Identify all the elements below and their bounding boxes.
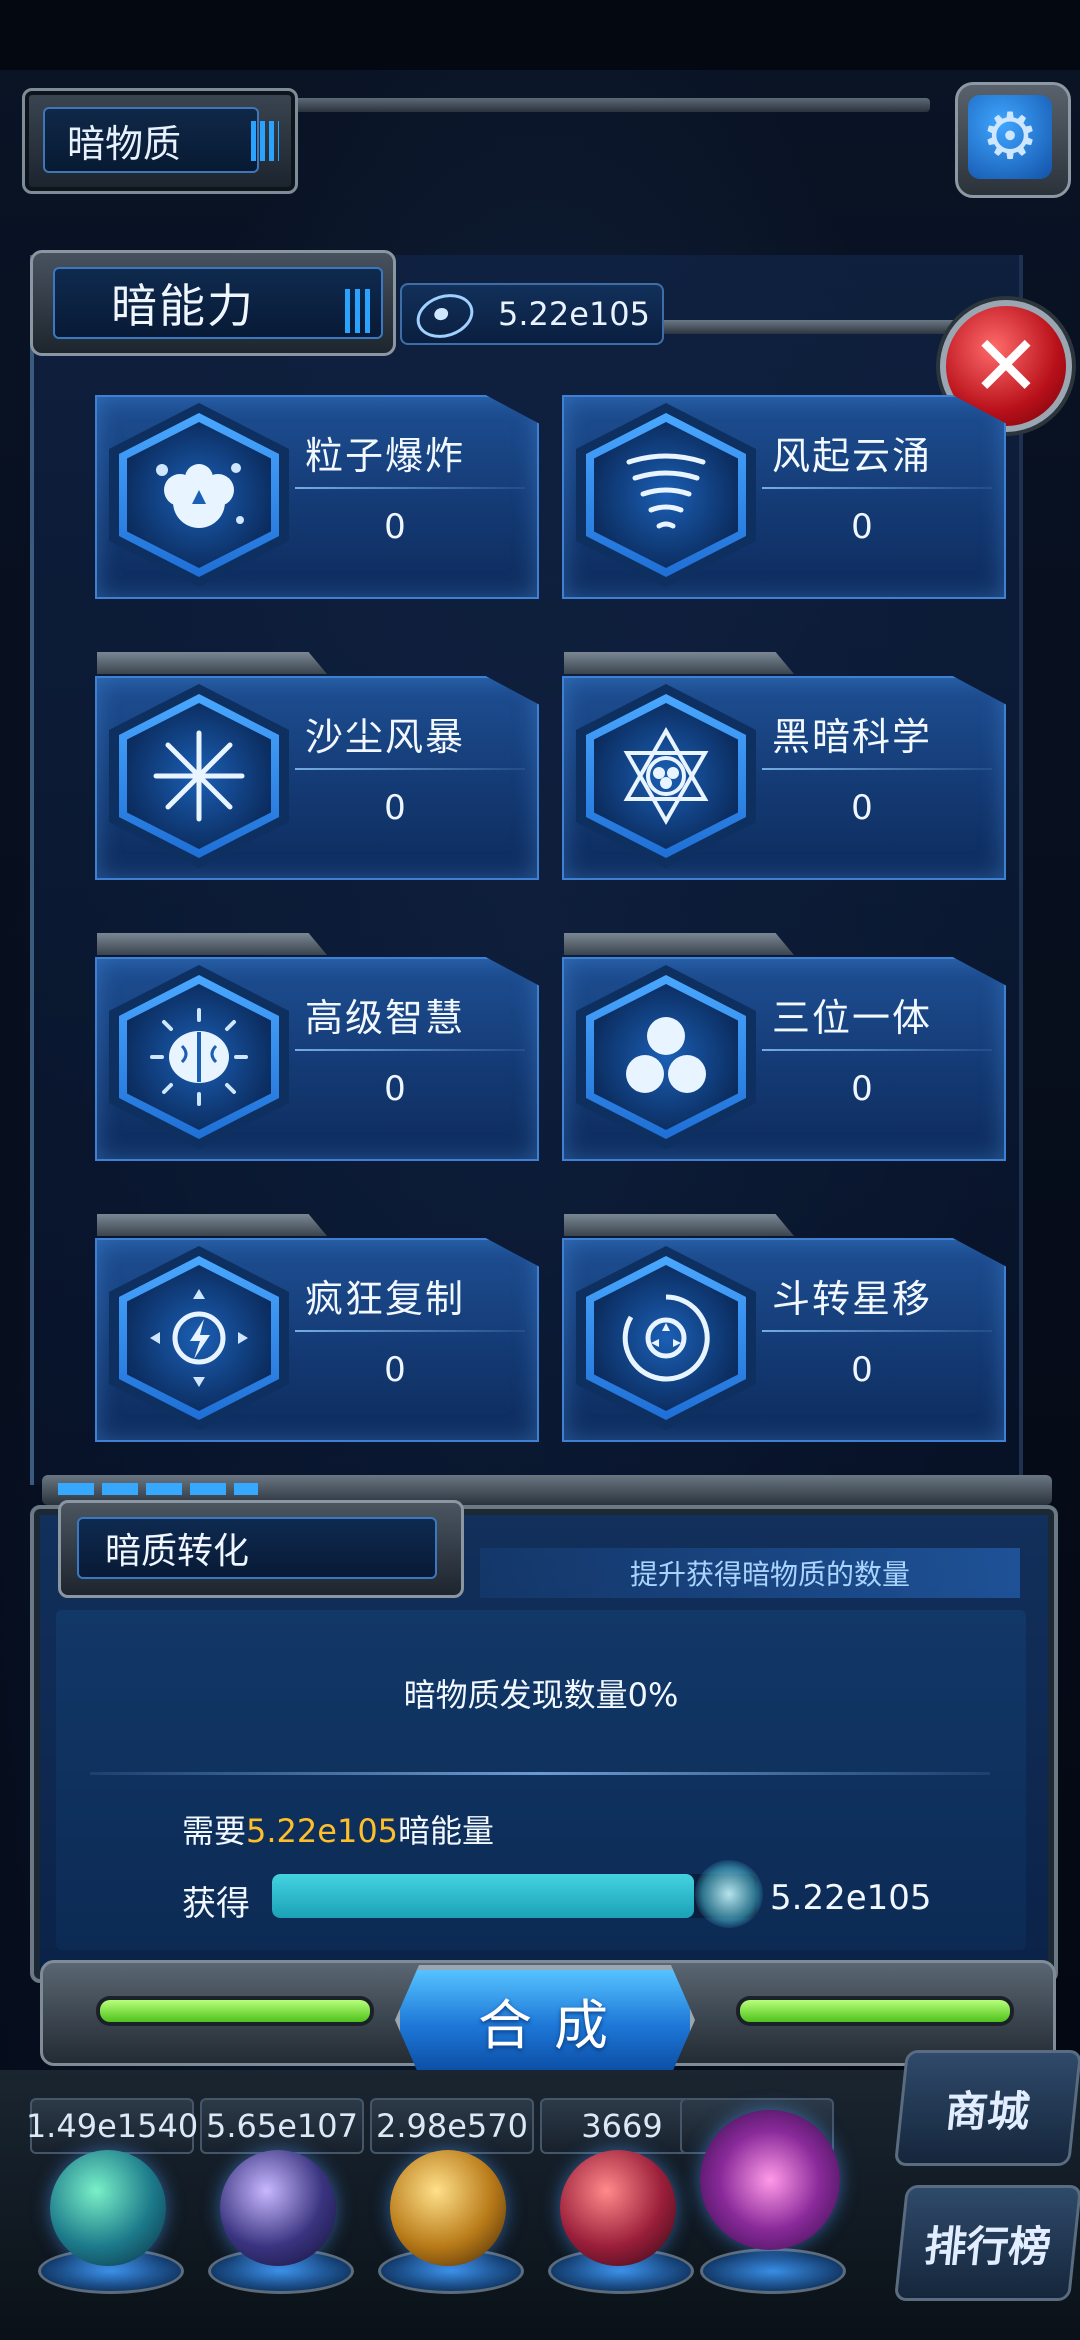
ranking-button[interactable]: 排行榜	[893, 2185, 1080, 2301]
gain-slider-fill	[272, 1874, 694, 1918]
skill-divider	[762, 487, 992, 489]
skill-card[interactable]: 三位一体 0	[562, 933, 1006, 1161]
lightning-orb[interactable]	[220, 2150, 336, 2266]
skill-divider	[762, 768, 992, 770]
synthesize-button[interactable]: 合成	[395, 1965, 695, 2075]
skill-divider	[295, 768, 525, 770]
page-title: 暗物质	[43, 107, 259, 173]
skill-level: 0	[851, 507, 873, 547]
fire-orb[interactable]	[390, 2150, 506, 2266]
top-rail	[290, 98, 930, 112]
resource-value: 2.98e570	[370, 2098, 534, 2154]
skill-level: 0	[384, 788, 406, 828]
conversion-description: 暗物质发现数量0%	[403, 1676, 679, 1714]
dark-energy-counter: 5.22e105	[400, 283, 664, 345]
skill-level: 0	[384, 1350, 406, 1390]
gain-slider-handle[interactable]	[695, 1860, 763, 1928]
skill-level: 0	[851, 1069, 873, 1109]
conversion-title: 暗质转化	[77, 1517, 437, 1579]
conversion-subtitle: 提升获得暗物质的数量	[480, 1548, 1020, 1598]
title-bars-decoration	[251, 121, 279, 161]
conversion-divider	[90, 1772, 990, 1775]
skill-name: 高级智慧	[305, 996, 466, 1040]
card-tab-decoration	[97, 933, 327, 955]
atom-orb[interactable]	[50, 2150, 166, 2266]
shop-button[interactable]: 商城	[893, 2050, 1080, 2166]
resource-value: 5.65e107	[200, 2098, 364, 2154]
skill-card[interactable]: 疯狂复制 0	[95, 1214, 539, 1442]
network-orb[interactable]	[560, 2150, 676, 2266]
skill-card[interactable]: 粒子爆炸 0	[95, 395, 539, 599]
status-bar-area	[0, 0, 1080, 70]
requirement-text: 需要5.22e105暗能量	[182, 1806, 494, 1852]
skill-card[interactable]: 沙尘风暴 0	[95, 652, 539, 880]
skill-card[interactable]: 风起云涌 0	[562, 395, 1006, 599]
panel-title-bars-decoration	[345, 289, 375, 333]
requirement-suffix: 暗能量	[398, 1812, 495, 1850]
skill-divider	[762, 1049, 992, 1051]
skill-level: 0	[851, 788, 873, 828]
skill-level: 0	[384, 507, 406, 547]
orb-pedestal	[700, 2248, 846, 2294]
skill-name: 三位一体	[772, 996, 933, 1040]
card-tab-decoration	[564, 1214, 794, 1236]
skill-card[interactable]: 高级智慧 0	[95, 933, 539, 1161]
skill-divider	[295, 487, 525, 489]
card-tab-decoration	[97, 652, 327, 674]
skill-name: 黑暗科学	[772, 715, 933, 759]
right-energy-bar	[740, 2000, 1010, 2022]
gain-label: 获得	[182, 1884, 250, 1924]
skill-divider	[762, 1330, 992, 1332]
skill-card[interactable]: 黑暗科学 0	[562, 652, 1006, 880]
panel-header-rail	[660, 320, 990, 334]
requirement-prefix: 需要	[182, 1812, 247, 1850]
galaxy-icon	[410, 287, 480, 345]
left-energy-bar	[100, 2000, 370, 2022]
panel-title-plate: 暗能力	[30, 250, 396, 356]
gain-value: 5.22e105	[770, 1878, 932, 1918]
resource-value: 1.49e1540	[26, 2098, 198, 2154]
skill-card[interactable]: 斗转星移 0	[562, 1214, 1006, 1442]
skill-name: 斗转星移	[772, 1277, 933, 1321]
gear-icon: ⚙	[968, 95, 1052, 179]
skill-name: 沙尘风暴	[305, 715, 466, 759]
card-tab-decoration	[97, 1214, 327, 1236]
skill-level: 0	[851, 1350, 873, 1390]
skill-name: 粒子爆炸	[305, 434, 466, 478]
card-tab-decoration	[564, 933, 794, 955]
conversion-title-plate: 暗质转化	[58, 1500, 464, 1598]
dark-energy-value: 5.22e105	[498, 295, 651, 333]
skill-divider	[295, 1049, 525, 1051]
skill-level: 0	[384, 1069, 406, 1109]
panel-title: 暗能力	[53, 267, 383, 339]
page-title-plate: 暗物质	[22, 88, 298, 194]
card-tab-decoration	[564, 652, 794, 674]
skill-name: 风起云涌	[772, 434, 933, 478]
skill-divider	[295, 1330, 525, 1332]
dark-matter-screen: 暗物质 ⚙ 暗能力 5.22e105 ✕ 粒子爆炸 0 风起云涌 0 沙尘风暴 …	[0, 0, 1080, 2340]
settings-button[interactable]: ⚙	[955, 82, 1071, 198]
dark-matter-orb[interactable]	[700, 2110, 840, 2250]
gain-slider-track[interactable]	[272, 1874, 757, 1918]
rail-lights-decoration	[58, 1483, 258, 1495]
skill-name: 疯狂复制	[305, 1277, 466, 1321]
requirement-amount: 5.22e105	[246, 1812, 399, 1850]
